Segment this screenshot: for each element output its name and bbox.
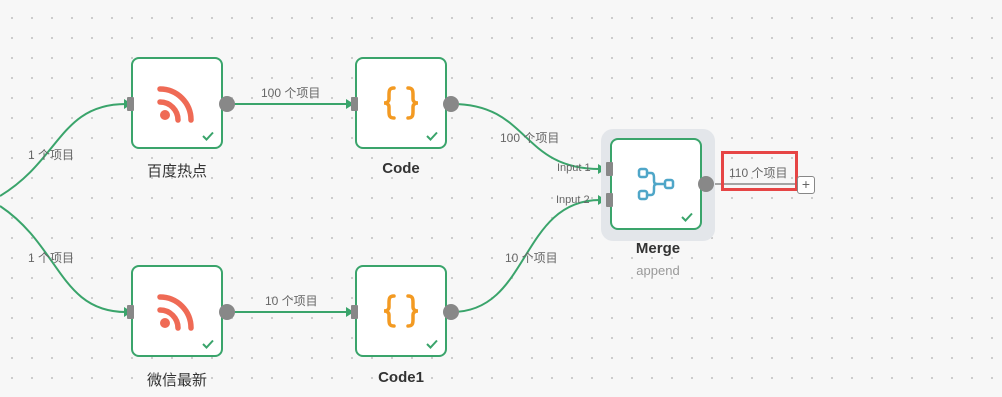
node-label: 百度热点 [146, 163, 207, 180]
node-label: Code1 [378, 369, 424, 386]
input-port[interactable] [351, 97, 358, 111]
node-merge[interactable] [610, 138, 702, 230]
input-port-1[interactable] [606, 162, 613, 176]
output-port[interactable] [443, 304, 459, 320]
input-port-2[interactable] [606, 193, 613, 207]
highlight-box [721, 151, 798, 191]
node-code[interactable] [355, 57, 447, 149]
success-check-icon [426, 339, 438, 349]
input-port[interactable] [127, 97, 134, 111]
workflow-canvas[interactable]: 1 个项目 1 个项目 100 个项目 10 个项目 100 个项目 10 个项… [0, 0, 1002, 397]
edge-label-trigger-weixin: 1 个项目 [28, 251, 75, 265]
output-port[interactable] [698, 176, 714, 192]
output-port[interactable] [219, 96, 235, 112]
input-2-label: Input 2 [556, 194, 590, 206]
input-port[interactable] [351, 305, 358, 319]
node-label: 微信最新 [146, 372, 207, 389]
success-check-icon [202, 131, 214, 141]
node-baidu-rss[interactable] [131, 57, 223, 149]
edge-label-code1-merge: 10 个项目 [505, 251, 558, 265]
node-label: Code [382, 160, 420, 177]
node-weixin-rss[interactable] [131, 265, 223, 357]
node-label: Merge [635, 240, 681, 257]
edge-label-baidu-code: 100 个项目 [261, 86, 321, 100]
input-port[interactable] [127, 305, 134, 319]
edge-label-code-merge: 100 个项目 [500, 131, 560, 145]
success-check-icon [681, 212, 693, 222]
node-code1[interactable] [355, 265, 447, 357]
add-node-button[interactable]: + [797, 176, 815, 194]
input-1-label: Input 1 [557, 162, 591, 174]
edge-label-trigger-baidu: 1 个项目 [28, 148, 75, 162]
output-port[interactable] [443, 96, 459, 112]
success-check-icon [426, 131, 438, 141]
edge-label-weixin-code1: 10 个项目 [265, 294, 318, 308]
success-check-icon [202, 339, 214, 349]
node-sublabel: append [636, 263, 680, 278]
output-port[interactable] [219, 304, 235, 320]
